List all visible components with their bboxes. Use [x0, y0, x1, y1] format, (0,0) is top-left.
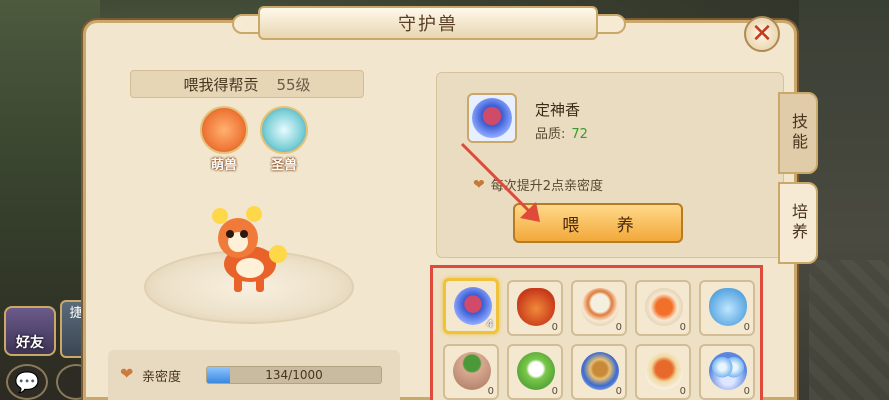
clay-pot-icon [453, 352, 491, 390]
item-count: 0 [743, 322, 750, 333]
pet-level: 55级 [276, 75, 311, 94]
inventory-slot[interactable]: 0 [635, 280, 691, 336]
pet-model [212, 206, 287, 292]
quality-value: 72 [571, 127, 588, 142]
intimacy-value: 134/1000 [265, 368, 323, 382]
tab-label: 培养 [789, 203, 808, 243]
noodle-bowl-icon [581, 352, 619, 390]
food-inventory: 4 0 0 0 0 0 0 0 0 0 [430, 265, 763, 400]
inventory-slot[interactable]: 0 [571, 344, 627, 400]
page-title: 守护兽 [398, 14, 458, 35]
tab-training[interactable]: 培养 [778, 182, 818, 264]
holy-beast-avatar [260, 106, 308, 154]
fish-plate-icon [645, 288, 683, 326]
form-option-holy[interactable]: 圣兽 [258, 106, 310, 173]
item-count: 0 [551, 386, 558, 397]
inventory-slot[interactable]: 0 [571, 280, 627, 336]
item-name: 定神香 [535, 101, 581, 119]
heart-icon: ❤ [120, 364, 134, 383]
friends-label: 好友 [16, 335, 44, 351]
close-button[interactable]: ✕ [744, 16, 780, 52]
tab-skills[interactable]: 技能 [778, 92, 818, 174]
pet-name-bar: 喂我得帮贡 55级 [130, 70, 364, 98]
form-option-cute[interactable]: 萌兽 [198, 106, 250, 173]
inventory-slot[interactable]: 0 [635, 344, 691, 400]
item-count: 0 [679, 322, 686, 333]
inventory-slot[interactable]: 4 [443, 278, 499, 334]
inventory-slot[interactable]: 0 [699, 280, 755, 336]
form-label: 圣兽 [270, 158, 297, 173]
item-count: 0 [679, 386, 686, 397]
item-count: 0 [487, 386, 494, 397]
chat-icon: 💬 [14, 370, 40, 394]
inventory-slot[interactable]: 0 [699, 344, 755, 400]
inventory-slot[interactable]: 0 [507, 344, 563, 400]
incense-bowl-icon [472, 98, 512, 138]
pet-name: 喂我得帮贡 [183, 75, 259, 94]
item-count: 0 [615, 386, 622, 397]
intimacy-panel: ❤ 亲密度 134/1000 [108, 350, 400, 400]
item-count: 0 [615, 322, 622, 333]
cute-beast-avatar [200, 106, 248, 154]
selected-item-icon [467, 93, 517, 143]
tab-label: 技能 [789, 113, 808, 153]
rice-dumpling-icon [517, 352, 555, 390]
item-count: 0 [743, 386, 750, 397]
inventory-slot[interactable]: 0 [507, 280, 563, 336]
stew-bowl-icon [645, 352, 683, 390]
form-label: 萌兽 [210, 158, 237, 173]
intimacy-progress-bar: 134/1000 [206, 366, 382, 384]
title-bar: 守护兽 [258, 6, 598, 40]
item-count: 4 [486, 319, 493, 330]
red-pouch-icon [517, 288, 555, 326]
close-icon: ✕ [751, 19, 773, 49]
intimacy-label: 亲密度 [142, 370, 182, 385]
inventory-slot[interactable]: 0 [443, 344, 499, 400]
background-tiles [809, 260, 889, 400]
pet-section: 喂我得帮贡 55级 萌兽 圣兽 ❤ 亲密度 134/1000 [108, 62, 408, 400]
chat-button[interactable]: 💬 [6, 364, 48, 400]
item-count: 0 [551, 322, 558, 333]
tutorial-arrow [460, 142, 540, 222]
friends-button[interactable]: 好友 [4, 306, 56, 356]
blue-pouch-icon [709, 288, 747, 326]
blue-dumplings-icon [709, 352, 747, 390]
rice-plate-icon [581, 288, 619, 326]
